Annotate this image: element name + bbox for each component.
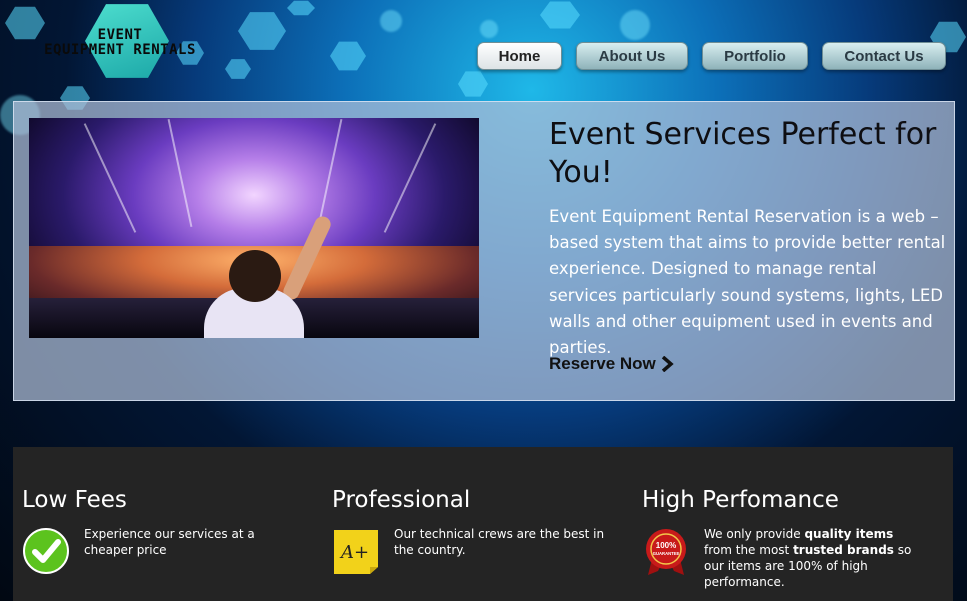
light-beam [317, 118, 343, 228]
bokeh-hex [287, 0, 315, 16]
nav-home-button[interactable]: Home [477, 42, 562, 70]
light-beam [167, 118, 193, 228]
main-nav: Home About Us Portfolio Contact Us [477, 42, 946, 70]
logo-line-1: EVENT [97, 27, 143, 43]
features-section: Low Fees Experience our services at a ch… [13, 447, 953, 601]
concert-photo [29, 118, 479, 338]
bokeh-dot [480, 20, 498, 38]
a-plus-grade-icon: A+ [334, 530, 378, 574]
nav-about-button[interactable]: About Us [576, 42, 688, 70]
chevron-right-icon [661, 356, 674, 372]
checkmark-icon [23, 528, 69, 574]
nav-contact-button[interactable]: Contact Us [822, 42, 946, 70]
feature-title: Low Fees [22, 487, 127, 513]
reserve-now-link[interactable]: Reserve Now [549, 354, 674, 374]
logo-line-2: EQUIPMENT RENTALS [44, 42, 196, 58]
feature-title: Professional [332, 487, 471, 513]
hero-description: Event Equipment Rental Reservation is a … [549, 207, 946, 358]
bokeh-hex [458, 71, 488, 97]
guarantee-badge-icon: 100% GUARANTEE [646, 529, 686, 575]
logo-text: EVENT EQUIPMENT RENTALS [30, 28, 210, 58]
svg-text:100%: 100% [656, 541, 676, 550]
dj-head [229, 250, 281, 302]
bokeh-hex [540, 1, 580, 29]
feature-text: We only provide quality items from the m… [704, 527, 912, 589]
feature-title: High Perfomance [642, 487, 839, 513]
hero-title: Event Services Perfect for You! [549, 117, 937, 190]
site-logo[interactable]: EVENT EQUIPMENT RENTALS [28, 0, 228, 85]
bokeh-hex [330, 41, 366, 71]
hero-panel: Event Services Perfect for You! Event Eq… [13, 101, 955, 401]
light-beam [83, 123, 137, 233]
svg-text:GUARANTEE: GUARANTEE [653, 551, 680, 556]
feature-text: Experience our services at a cheaper pri… [84, 527, 255, 557]
reserve-now-label: Reserve Now [549, 354, 656, 373]
bokeh-hex [238, 12, 286, 50]
bokeh-dot [380, 10, 402, 32]
bokeh-hex [225, 59, 251, 79]
light-beam [383, 123, 437, 233]
svg-text:A+: A+ [339, 542, 369, 563]
bokeh-dot [620, 10, 650, 40]
feature-text: Our technical crews are the best in the … [394, 527, 605, 557]
nav-portfolio-button[interactable]: Portfolio [702, 42, 808, 70]
